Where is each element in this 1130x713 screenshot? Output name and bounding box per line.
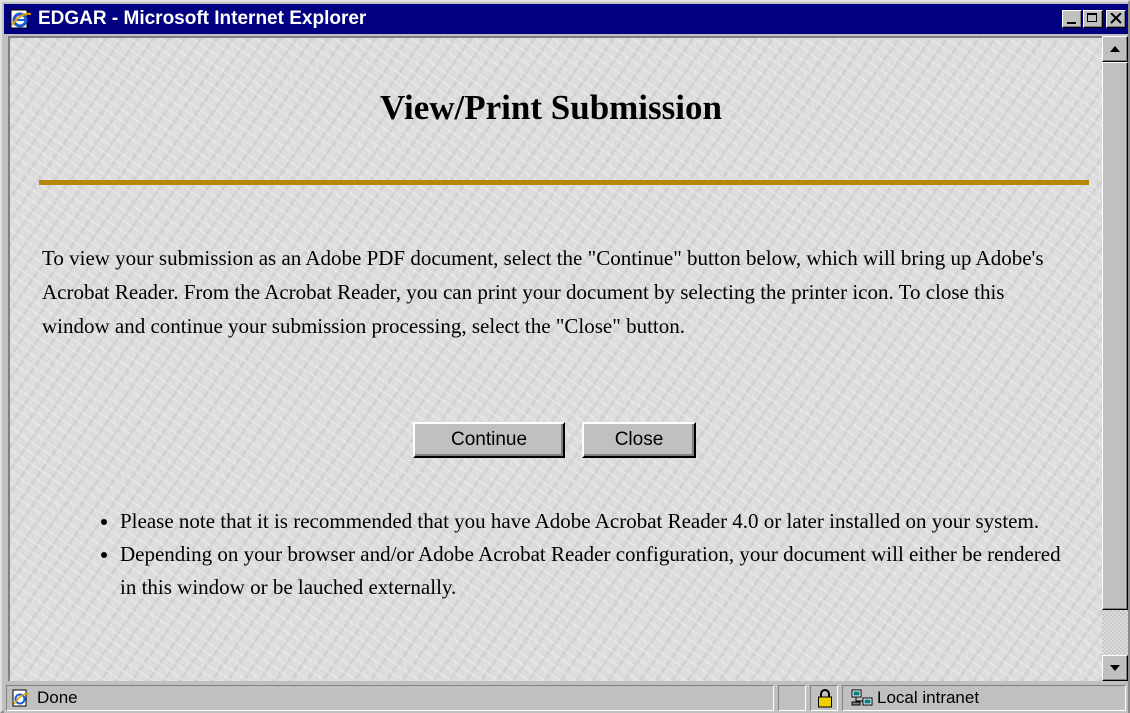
browser-window: EDGAR - Microsoft Internet Explorer View… [0, 0, 1130, 713]
status-pane-blank [778, 685, 806, 711]
notes-list: Please note that it is recommended that … [82, 505, 1082, 604]
page-content: View/Print Submission To view your submi… [8, 36, 1102, 681]
ie-icon[interactable] [10, 8, 32, 30]
divider-rule [39, 180, 1089, 185]
list-item: Please note that it is recommended that … [120, 505, 1082, 538]
page-title: View/Print Submission [380, 88, 722, 127]
status-text: Done [37, 688, 78, 707]
status-pane: Done [6, 685, 774, 711]
scroll-up-button[interactable] [1102, 36, 1128, 62]
vertical-scrollbar[interactable] [1102, 36, 1128, 681]
minimize-button[interactable] [1062, 10, 1082, 28]
arrow-up-icon [1110, 46, 1120, 52]
ie-page-icon [12, 689, 30, 712]
scroll-thumb[interactable] [1102, 62, 1128, 610]
intro-text: To view your submission as an Adobe PDF … [42, 246, 1044, 338]
list-item: Depending on your browser and/or Adobe A… [120, 538, 1082, 604]
zone-label: Local intranet [877, 688, 980, 707]
close-icon [1110, 13, 1122, 24]
lock-icon [817, 688, 833, 713]
arrow-down-icon [1110, 665, 1120, 671]
zone-pane: Local intranet [842, 685, 1126, 711]
scroll-down-button[interactable] [1102, 655, 1128, 681]
continue-button[interactable]: Continue [413, 422, 565, 458]
window-title: EDGAR - Microsoft Internet Explorer [38, 8, 367, 29]
close-button[interactable]: Close [582, 422, 696, 458]
maximize-button[interactable] [1083, 10, 1103, 28]
intranet-icon [851, 689, 873, 712]
security-pane [810, 685, 838, 711]
status-bar: Done Local intranet [4, 683, 1128, 713]
title-bar[interactable]: EDGAR - Microsoft Internet Explorer [4, 4, 1128, 34]
close-window-button[interactable] [1106, 10, 1126, 28]
